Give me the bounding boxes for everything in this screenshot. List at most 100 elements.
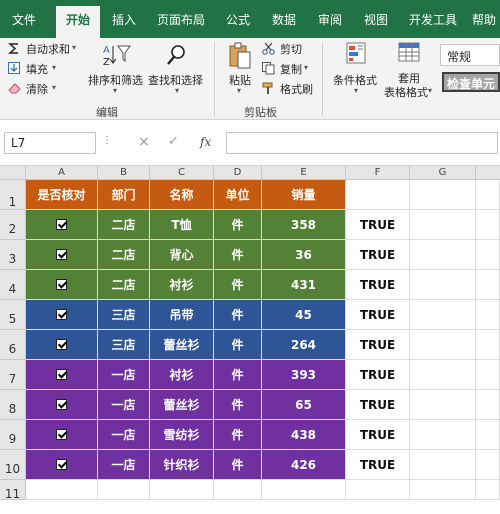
- sort-filter-button[interactable]: A Z 排序和筛选 ▾: [88, 40, 146, 100]
- checkbox-checked-icon[interactable]: [56, 459, 67, 470]
- dept-cell[interactable]: 二店: [98, 270, 150, 300]
- check-cell[interactable]: [26, 450, 98, 480]
- empty-cell[interactable]: [410, 240, 476, 270]
- empty-cell[interactable]: [410, 270, 476, 300]
- row-header-5[interactable]: 5: [0, 300, 26, 330]
- cut-button[interactable]: 剪切: [262, 40, 312, 58]
- empty-cell[interactable]: [476, 360, 500, 390]
- name-cell[interactable]: 针织衫: [150, 450, 214, 480]
- checkbox-checked-icon[interactable]: [56, 369, 67, 380]
- name-cell[interactable]: 雪纺衫: [150, 420, 214, 450]
- dept-cell[interactable]: 一店: [98, 390, 150, 420]
- name-cell[interactable]: 蕾丝衫: [150, 330, 214, 360]
- empty-cell[interactable]: [476, 420, 500, 450]
- row-header-9[interactable]: 9: [0, 420, 26, 450]
- format-painter-button[interactable]: 格式刷: [262, 80, 318, 98]
- column-header-h[interactable]: [476, 166, 500, 180]
- checkbox-checked-icon[interactable]: [56, 399, 67, 410]
- number-format-select[interactable]: 常规: [440, 44, 500, 66]
- empty-cell[interactable]: [476, 330, 500, 360]
- check-cell[interactable]: [26, 210, 98, 240]
- insert-function-icon[interactable]: fx: [200, 135, 211, 149]
- qty-cell[interactable]: 358: [262, 210, 346, 240]
- empty-cell[interactable]: [476, 480, 500, 500]
- formula-result-cell[interactable]: TRUE: [346, 420, 410, 450]
- empty-cell[interactable]: [410, 450, 476, 480]
- formula-result-cell[interactable]: TRUE: [346, 270, 410, 300]
- conditional-format-button[interactable]: 条件格式 ▾: [330, 40, 384, 100]
- empty-cell[interactable]: [410, 300, 476, 330]
- dept-cell[interactable]: 三店: [98, 300, 150, 330]
- dept-cell[interactable]: 一店: [98, 450, 150, 480]
- unit-cell[interactable]: 件: [214, 450, 262, 480]
- formula-result-cell[interactable]: TRUE: [346, 210, 410, 240]
- qty-cell[interactable]: 393: [262, 360, 346, 390]
- empty-cell[interactable]: [410, 210, 476, 240]
- row-header-2[interactable]: 2: [0, 210, 26, 240]
- check-cell[interactable]: [26, 300, 98, 330]
- check-cell[interactable]: [26, 420, 98, 450]
- tab-developer[interactable]: 开发工具: [402, 8, 464, 32]
- formula-input[interactable]: [226, 132, 498, 154]
- empty-cell[interactable]: [476, 450, 500, 480]
- tab-data[interactable]: 数据: [264, 8, 304, 32]
- unit-cell[interactable]: 件: [214, 420, 262, 450]
- row-header-11[interactable]: 11: [0, 480, 26, 501]
- autosum-button[interactable]: 自动求和 ▾: [6, 40, 86, 58]
- checkbox-checked-icon[interactable]: [56, 249, 67, 260]
- header-cell[interactable]: 是否核对: [26, 180, 98, 210]
- tab-home[interactable]: 开始: [56, 6, 100, 38]
- formula-result-cell[interactable]: TRUE: [346, 360, 410, 390]
- tab-help[interactable]: 帮助: [468, 8, 500, 32]
- check-cell[interactable]: [26, 390, 98, 420]
- column-header-e[interactable]: E: [262, 166, 346, 180]
- name-box[interactable]: L7: [4, 132, 96, 154]
- empty-cell[interactable]: [476, 270, 500, 300]
- empty-cell[interactable]: [410, 330, 476, 360]
- more-options-icon[interactable]: ⋮: [102, 135, 112, 146]
- empty-cell[interactable]: [410, 360, 476, 390]
- select-all-corner[interactable]: [0, 166, 26, 180]
- tab-review[interactable]: 审阅: [310, 8, 350, 32]
- tab-page-layout[interactable]: 页面布局: [150, 8, 212, 32]
- empty-cell[interactable]: [410, 480, 476, 500]
- row-header-3[interactable]: 3: [0, 240, 26, 270]
- enter-icon[interactable]: ✓: [168, 134, 179, 149]
- empty-cell[interactable]: [346, 180, 410, 210]
- name-cell[interactable]: 蕾丝衫: [150, 390, 214, 420]
- formula-result-cell[interactable]: TRUE: [346, 240, 410, 270]
- tab-view[interactable]: 视图: [356, 8, 396, 32]
- cancel-icon[interactable]: ×: [138, 134, 150, 150]
- empty-cell[interactable]: [98, 480, 150, 500]
- checkbox-checked-icon[interactable]: [56, 339, 67, 350]
- empty-cell[interactable]: [150, 480, 214, 500]
- qty-cell[interactable]: 426: [262, 450, 346, 480]
- unit-cell[interactable]: 件: [214, 240, 262, 270]
- row-header-4[interactable]: 4: [0, 270, 26, 300]
- check-cell[interactable]: [26, 360, 98, 390]
- column-header-f[interactable]: F: [346, 166, 410, 180]
- qty-cell[interactable]: 65: [262, 390, 346, 420]
- tab-formulas[interactable]: 公式: [218, 8, 258, 32]
- row-header-10[interactable]: 10: [0, 450, 26, 480]
- unit-cell[interactable]: 件: [214, 270, 262, 300]
- check-cell[interactable]: [26, 330, 98, 360]
- empty-cell[interactable]: [214, 480, 262, 500]
- check-cell[interactable]: [26, 270, 98, 300]
- unit-cell[interactable]: 件: [214, 330, 262, 360]
- formula-result-cell[interactable]: TRUE: [346, 300, 410, 330]
- checkbox-checked-icon[interactable]: [56, 309, 67, 320]
- tab-file[interactable]: 文件: [4, 8, 44, 32]
- column-header-g[interactable]: G: [410, 166, 476, 180]
- empty-cell[interactable]: [476, 300, 500, 330]
- worksheet-grid[interactable]: A B C D E F G 1 2 3 4 5 6 7 8 9 10 11 是否核对 部门 名称 单位 销量二…: [0, 166, 500, 514]
- clear-button[interactable]: 清除 ▾: [6, 80, 66, 98]
- empty-cell[interactable]: [476, 240, 500, 270]
- header-cell[interactable]: 部门: [98, 180, 150, 210]
- qty-cell[interactable]: 438: [262, 420, 346, 450]
- dept-cell[interactable]: 一店: [98, 420, 150, 450]
- header-cell[interactable]: 单位: [214, 180, 262, 210]
- qty-cell[interactable]: 431: [262, 270, 346, 300]
- check-cell[interactable]: [26, 240, 98, 270]
- find-select-button[interactable]: 查找和选择 ▾: [148, 40, 208, 100]
